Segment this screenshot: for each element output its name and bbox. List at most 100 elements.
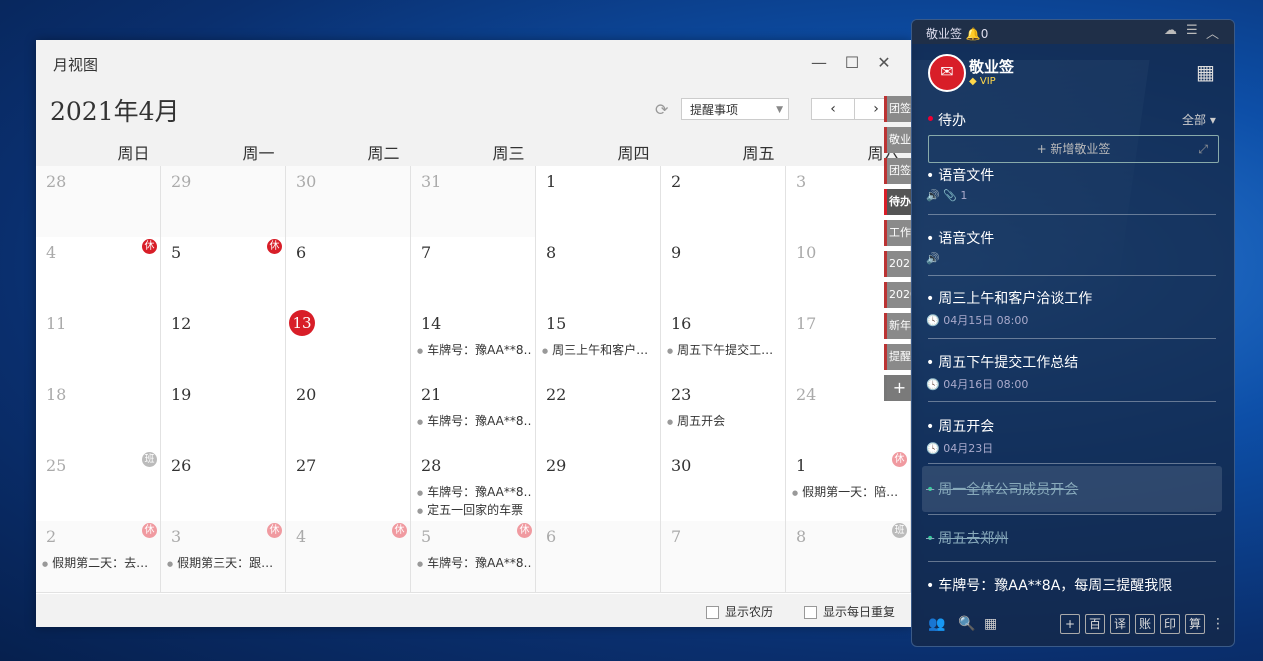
close-button[interactable]: ✕ xyxy=(873,52,895,74)
day-cell[interactable]: 31 xyxy=(411,166,536,238)
day-cell[interactable]: 22 xyxy=(536,379,661,451)
side-tab[interactable]: 新年 xyxy=(884,313,912,339)
minimize-button[interactable]: — xyxy=(808,52,830,74)
day-cell[interactable]: 8 xyxy=(536,237,661,309)
day-cell[interactable]: 16 周五下午提交工… xyxy=(661,308,786,380)
day-cell[interactable]: 26 xyxy=(161,450,286,522)
day-cell[interactable]: 29 xyxy=(536,450,661,522)
day-cell[interactable]: 7 xyxy=(411,237,536,309)
print-button[interactable]: 印 xyxy=(1160,614,1180,634)
contacts-icon[interactable]: 👥 xyxy=(928,616,945,632)
day-cell[interactable]: 28 xyxy=(36,166,161,238)
side-tab[interactable]: 团签 xyxy=(884,96,912,122)
day-cell[interactable]: 1 xyxy=(536,166,661,238)
day-cell[interactable]: 19 xyxy=(161,379,286,451)
refresh-icon[interactable]: ⟳ xyxy=(655,100,668,119)
baike-button[interactable]: 百 xyxy=(1085,614,1105,634)
more-icon[interactable]: ⋮ xyxy=(1211,616,1225,632)
search-icon[interactable]: 🔍 xyxy=(958,616,975,632)
new-note-input[interactable]: + 新增敬业签 ⤢ xyxy=(928,135,1219,163)
day-cell[interactable]: 23 周五开会 xyxy=(661,379,786,451)
filter-dropdown[interactable]: 全部 ▾ xyxy=(1182,111,1216,128)
calendar-event[interactable]: 周三上午和客户… xyxy=(542,341,656,358)
prev-month-button[interactable]: ‹ xyxy=(811,98,855,120)
note-item[interactable]: 周五下午提交工作总结 🕓 04月16日 08:00 xyxy=(926,352,1216,392)
side-tab[interactable]: 2020 xyxy=(884,282,912,308)
calendar-event[interactable]: 假期第一天：陪… xyxy=(792,483,906,500)
expand-icon[interactable]: ⤢ xyxy=(1198,136,1208,162)
note-meta: 🔊 xyxy=(926,252,940,265)
calendar-event[interactable]: 车牌号：豫AA**8… xyxy=(417,412,531,429)
day-cell[interactable]: 25 班 xyxy=(36,450,161,522)
calendar-icon[interactable]: ▦ xyxy=(984,616,997,632)
day-cell[interactable]: 4休 xyxy=(36,237,161,309)
maximize-button[interactable]: ☐ xyxy=(841,52,863,74)
calculator-button[interactable]: 算 xyxy=(1185,614,1205,634)
day-cell[interactable]: 6 xyxy=(286,237,411,309)
day-cell[interactable]: 7 xyxy=(661,521,786,593)
calendar-event[interactable]: 假期第二天：去… xyxy=(42,554,156,571)
day-cell[interactable]: 1 休假期第一天：陪… xyxy=(786,450,911,522)
note-item-completed[interactable]: 周一全体公司成员开会 xyxy=(926,479,1216,499)
day-cell[interactable]: 15 周三上午和客户… xyxy=(536,308,661,380)
note-item[interactable]: 车牌号：豫AA**8A，每周三提醒我限 xyxy=(926,575,1216,595)
calendar-event[interactable]: 假期第三天：跟… xyxy=(167,554,281,571)
day-cell[interactable]: 20 xyxy=(286,379,411,451)
workday-badge: 班 xyxy=(892,523,907,538)
note-item[interactable]: 周五开会 🕓 04月23日 xyxy=(926,416,1216,456)
calendar-icon[interactable]: ▦ xyxy=(1196,60,1215,84)
day-cell[interactable]: 14 车牌号：豫AA**8… xyxy=(411,308,536,380)
note-item[interactable]: 周三上午和客户洽谈工作 🕓 04月15日 08:00 xyxy=(926,288,1216,328)
day-cell[interactable]: 13 xyxy=(286,308,411,380)
day-cell[interactable]: 5 休车牌号：豫AA**8… xyxy=(411,521,536,593)
note-item-completed[interactable]: 周五去郑州 xyxy=(926,528,1216,548)
calendar-event[interactable]: 定五一回家的车票 xyxy=(417,501,531,518)
day-cell[interactable]: 27 xyxy=(286,450,411,522)
calendar-event[interactable]: 车牌号：豫AA**8… xyxy=(417,554,531,571)
menu-icon[interactable]: ☰ xyxy=(1186,23,1198,38)
cloud-sync-icon[interactable]: ☁ xyxy=(1164,23,1177,38)
day-cell[interactable]: 3 休假期第三天：跟… xyxy=(161,521,286,593)
day-cell[interactable]: 2 休假期第二天：去… xyxy=(36,521,161,593)
calendar-event[interactable]: 车牌号：豫AA**8… xyxy=(417,341,531,358)
add-tab-button[interactable]: + xyxy=(884,375,912,401)
day-cell[interactable]: 30 xyxy=(661,450,786,522)
month-view-window: 月视图 — ☐ ✕ 2021年4月 ⟳ 提醒事项 ▼ ‹ › 周日 周一 周二 … xyxy=(36,40,912,627)
show-lunar-checkbox[interactable]: 显示农历 xyxy=(706,603,773,620)
bell-icon[interactable]: 🔔 xyxy=(966,27,981,41)
calendar-event[interactable]: 周五开会 xyxy=(667,412,781,429)
app-logo[interactable]: ✉ xyxy=(928,54,966,92)
day-cell[interactable]: 9 xyxy=(661,237,786,309)
day-cell[interactable]: 18 xyxy=(36,379,161,451)
day-number: 20 xyxy=(296,385,317,404)
day-cell[interactable]: 4休 xyxy=(286,521,411,593)
add-button[interactable]: + xyxy=(1060,614,1080,634)
day-cell[interactable]: 8班 xyxy=(786,521,911,593)
day-cell[interactable]: 29 xyxy=(161,166,286,238)
day-cell[interactable]: 5休 xyxy=(161,237,286,309)
translate-button[interactable]: 译 xyxy=(1110,614,1130,634)
side-tab[interactable]: 工作 xyxy=(884,220,912,246)
note-item[interactable]: 语音文件 🔊 xyxy=(926,228,1216,265)
side-tab[interactable]: 提醒 xyxy=(884,344,912,370)
day-number: 28 xyxy=(46,172,67,191)
day-number: 18 xyxy=(46,385,67,404)
side-tab[interactable]: 敬业 xyxy=(884,127,912,153)
ledger-button[interactable]: 账 xyxy=(1135,614,1155,634)
day-cell[interactable]: 28 车牌号：豫AA**8…定五一回家的车票 xyxy=(411,450,536,522)
calendar-event[interactable]: 车牌号：豫AA**8… xyxy=(417,483,531,500)
note-item[interactable]: 语音文件 🔊 📎 1 xyxy=(926,165,1216,202)
day-cell[interactable]: 21 车牌号：豫AA**8… xyxy=(411,379,536,451)
day-cell[interactable]: 2 xyxy=(661,166,786,238)
side-tab[interactable]: 团签 xyxy=(884,158,912,184)
day-cell[interactable]: 30 xyxy=(286,166,411,238)
show-daily-repeat-checkbox[interactable]: 显示每日重复 xyxy=(804,603,895,620)
collapse-icon[interactable]: ︿ xyxy=(1206,23,1219,42)
side-tab[interactable]: 2021 xyxy=(884,251,912,277)
day-cell[interactable]: 11 xyxy=(36,308,161,380)
day-cell[interactable]: 12 xyxy=(161,308,286,380)
day-cell[interactable]: 6 xyxy=(536,521,661,593)
reminder-filter-select[interactable]: 提醒事项 ▼ xyxy=(681,98,789,120)
side-tab-todo[interactable]: 待办 xyxy=(884,189,912,215)
calendar-event[interactable]: 周五下午提交工… xyxy=(667,341,781,358)
